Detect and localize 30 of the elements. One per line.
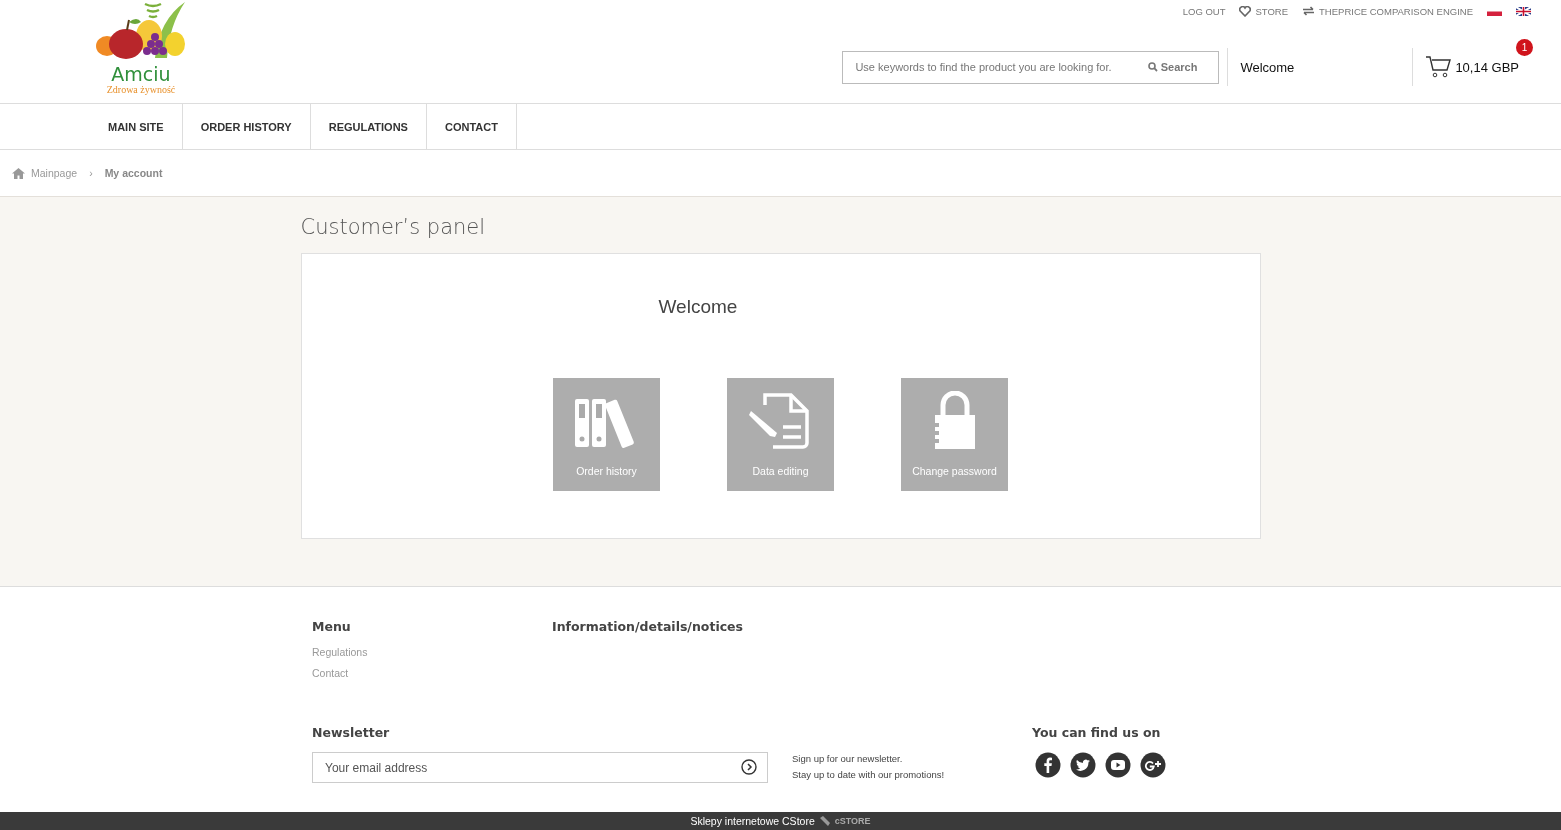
email-field[interactable]: Your email address (312, 752, 768, 783)
nav-link[interactable]: CONTACT (426, 104, 517, 149)
panel-heading: Welcome (658, 296, 739, 318)
logo-name: Amciu (111, 64, 171, 84)
top-link[interactable]: STORE (1239, 5, 1289, 17)
breadcrumb-separator: › (89, 167, 93, 179)
newsletter-note: Stay up to date with our promotions! (792, 769, 946, 780)
search-field[interactable]: Use keywords to find the product you are looking for. Search (842, 50, 1220, 84)
footer-heading: Information/details/notices (552, 619, 743, 634)
cstore-logo: cSTORE (834, 816, 871, 826)
search-button[interactable]: Search (1143, 61, 1219, 73)
nav-link[interactable]: REGULATIONS (310, 104, 427, 149)
footer-link[interactable]: Regulations (312, 646, 368, 658)
breadcrumb-link[interactable]: Mainpage (31, 167, 78, 179)
footer-heading: Menu (312, 619, 351, 634)
bottom-bar-text: Sklepy internetowe CStore (690, 815, 815, 827)
newsletter-note: Sign up for our newsletter. (792, 753, 904, 764)
footer-link[interactable]: Contact (312, 667, 349, 679)
nav-link[interactable]: ORDER HISTORY (182, 104, 311, 149)
nav-link[interactable]: MAIN SITE (90, 104, 183, 149)
top-link[interactable]: LOG OUT (1182, 5, 1226, 17)
breadcrumb-link[interactable]: My account (104, 167, 163, 179)
footer-heading: Newsletter (312, 725, 391, 740)
page-title: Customer’s panel (300, 215, 487, 239)
top-link[interactable]: THEPRICE COMPARISON ENGINE (1302, 5, 1473, 17)
cart-count-badge: 1 (1516, 39, 1533, 56)
welcome-text: Welcome (1240, 59, 1296, 75)
cart-button[interactable]: 10,14 GBP (1425, 56, 1519, 78)
logo-tagline: Zdrowa żywność (106, 84, 176, 96)
footer-heading: You can find us on (1032, 725, 1162, 740)
